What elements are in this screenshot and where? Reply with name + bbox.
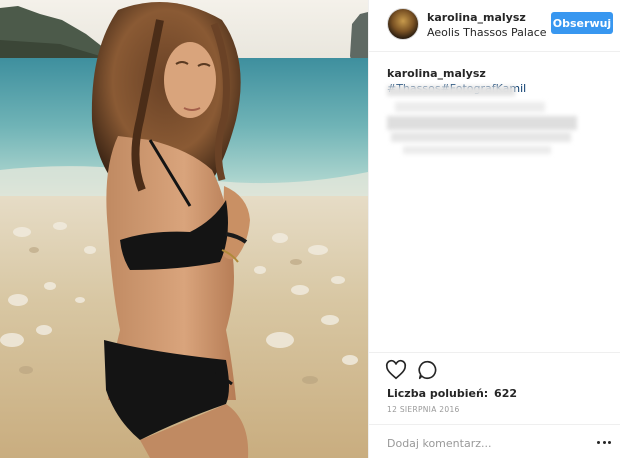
heart-icon[interactable] xyxy=(385,359,407,381)
likes-count: 622 xyxy=(494,387,518,400)
more-options-icon[interactable] xyxy=(597,441,611,445)
follow-button[interactable]: Obserwuj xyxy=(551,12,613,34)
likes-label: Liczba polubień: xyxy=(387,387,489,400)
more-dot xyxy=(608,441,611,444)
more-dot xyxy=(602,441,606,444)
likes-count-line[interactable]: Liczba polubień: 622 xyxy=(387,387,517,400)
author-username[interactable]: karolina_malysz xyxy=(427,11,526,24)
post-photo[interactable] xyxy=(0,0,368,458)
avatar[interactable] xyxy=(387,8,419,40)
comment-bar xyxy=(369,424,620,458)
comment-input[interactable] xyxy=(387,435,587,451)
post-sidebar: karolina_malysz Aeolis Thassos Palace Ob… xyxy=(368,0,620,458)
caption-username[interactable]: karolina_malysz xyxy=(387,67,486,80)
actions-divider xyxy=(369,352,620,353)
post-header: karolina_malysz Aeolis Thassos Palace Ob… xyxy=(369,0,620,52)
comment-bubble-icon[interactable] xyxy=(417,359,439,381)
more-dot xyxy=(597,441,600,444)
post-location[interactable]: Aeolis Thassos Palace xyxy=(427,26,547,39)
post-date[interactable]: 12 SIERPNIA 2016 xyxy=(387,405,460,414)
beach-photo-image xyxy=(0,0,368,458)
